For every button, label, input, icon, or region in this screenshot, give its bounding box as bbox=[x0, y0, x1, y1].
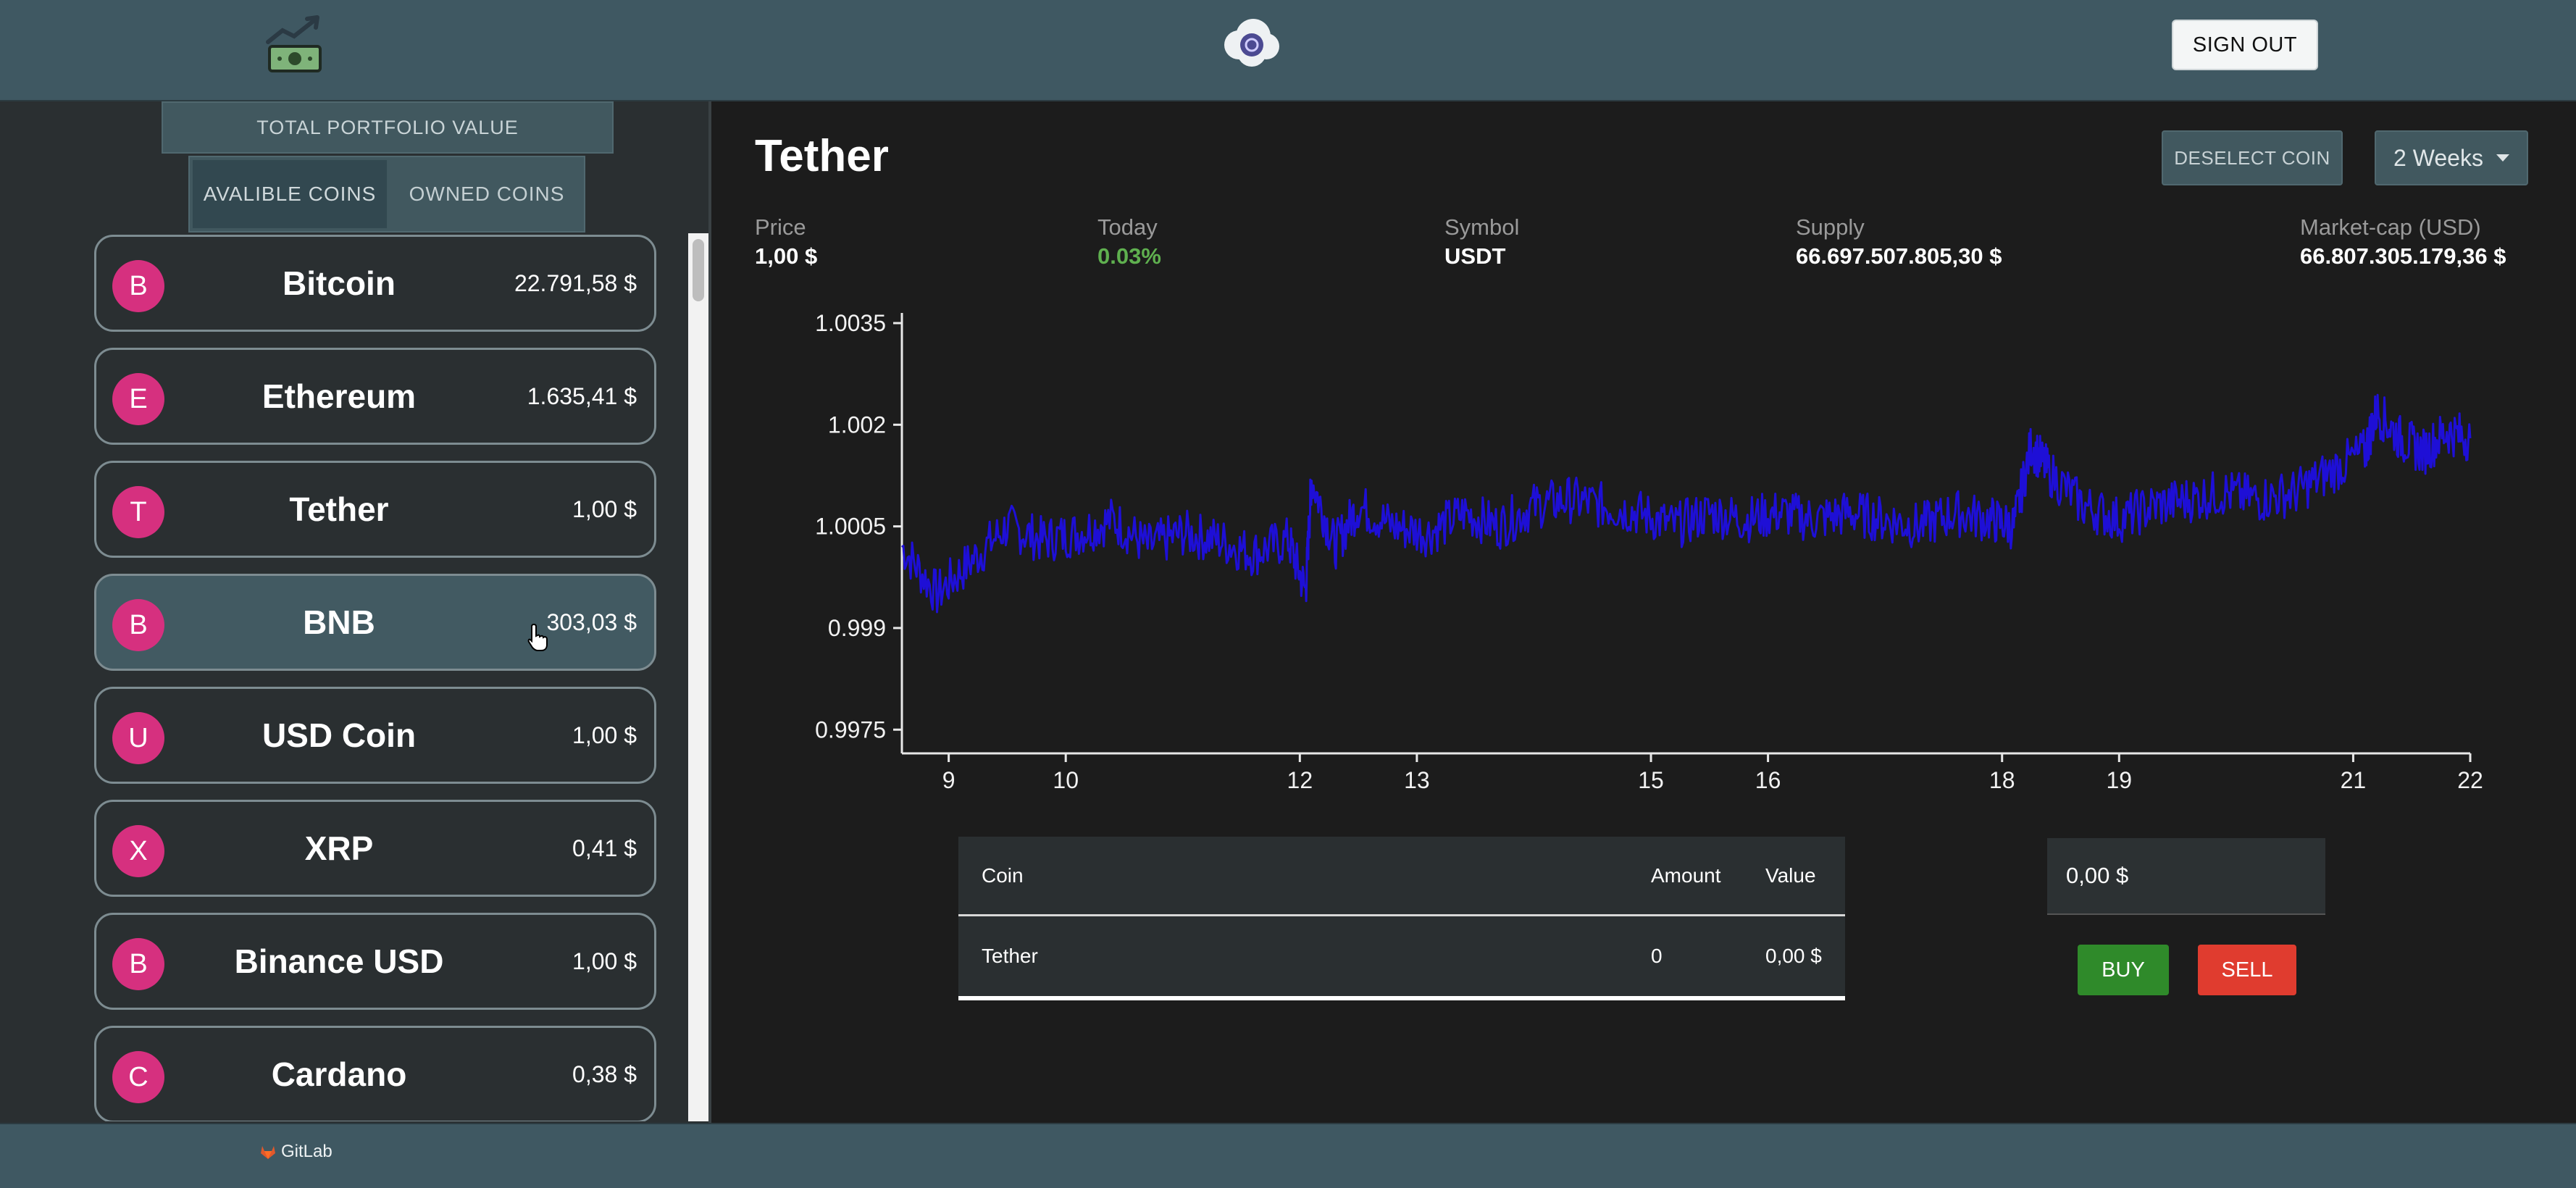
y-tick-label: 1.0035 bbox=[815, 310, 886, 336]
stat-market-cap: Market-cap (USD) 66.807.305.179,36 $ bbox=[2300, 214, 2506, 269]
coin-list-scrollbar-thumb[interactable] bbox=[693, 239, 704, 301]
coin-item-binance-usd[interactable]: B Binance USD 1,00 $ bbox=[94, 913, 656, 1010]
total-portfolio-value-button[interactable]: TOTAL PORTFOLIO VALUE bbox=[162, 101, 614, 154]
coin-name: XRP bbox=[304, 829, 374, 867]
x-tick-label: 9 bbox=[942, 767, 955, 793]
holdings-table: Coin Amount Value Tether 0 0,00 $ bbox=[958, 837, 1845, 1000]
deselect-coin-button[interactable]: DESELECT COIN bbox=[2162, 130, 2343, 185]
price-line-chart: 0.9975 0.999 1.0005 1.002 1.0035 9 10 12 13 15 16 1… bbox=[815, 310, 2483, 793]
stat-price: Price 1,00 $ bbox=[755, 214, 817, 269]
coin-avatar: C bbox=[112, 1051, 164, 1103]
gitlab-link[interactable]: GitLab bbox=[259, 1142, 333, 1162]
stat-label: Today bbox=[1097, 214, 1158, 240]
stat-label: Market-cap (USD) bbox=[2300, 214, 2481, 240]
coin-avatar: T bbox=[112, 486, 164, 538]
coin-avatar: E bbox=[112, 373, 164, 425]
gitlab-label: GitLab bbox=[281, 1142, 333, 1161]
x-tick-label: 19 bbox=[2107, 767, 2133, 793]
coin-item-ethereum[interactable]: E Ethereum 1.635,41 $ bbox=[94, 348, 656, 445]
footer bbox=[0, 1123, 2576, 1188]
stat-today: Today 0.03% bbox=[1097, 214, 1161, 269]
x-tick-label: 15 bbox=[1638, 767, 1664, 793]
coin-price: 1,00 $ bbox=[572, 495, 637, 522]
y-tick-label: 1.0005 bbox=[815, 514, 886, 540]
time-range-value: 2 Weeks bbox=[2393, 144, 2483, 171]
column-header-value: Value bbox=[1765, 863, 1816, 887]
coin-name: Tether bbox=[289, 490, 389, 528]
coin-price: 0,38 $ bbox=[572, 1061, 637, 1087]
price-series-line bbox=[900, 393, 2472, 614]
stat-value: USDT bbox=[1444, 243, 1506, 269]
coin-name: Binance USD bbox=[234, 942, 444, 980]
table-header: Coin Amount Value bbox=[958, 837, 1845, 916]
coin-item-tether[interactable]: T Tether 1,00 $ bbox=[94, 461, 656, 558]
table-cell-value: 0,00 $ bbox=[1765, 945, 1822, 967]
coin-price: 1,00 $ bbox=[572, 721, 637, 748]
trade-amount-input[interactable]: 0,00 $ bbox=[2047, 838, 2325, 915]
tab-owned-coins[interactable]: OWNED COINS bbox=[390, 157, 584, 231]
sign-out-button[interactable]: SIGN OUT bbox=[2172, 20, 2318, 70]
sidebar-divider bbox=[708, 101, 711, 1123]
coin-price: 1.635,41 $ bbox=[527, 382, 637, 409]
coin-item-usd-coin[interactable]: U USD Coin 1,00 $ bbox=[94, 687, 656, 784]
coin-list: B Bitcoin 22.791,58 $ E Ethereum 1.635,4… bbox=[94, 233, 659, 1121]
stat-value: 1,00 $ bbox=[755, 243, 818, 269]
table-row: Tether 0 0,00 $ bbox=[958, 916, 1845, 996]
coin-item-bitcoin[interactable]: B Bitcoin 22.791,58 $ bbox=[94, 235, 656, 332]
sell-button[interactable]: SELL bbox=[2198, 945, 2296, 995]
tab-available-coins[interactable]: AVALIBLE COINS bbox=[193, 160, 387, 228]
column-header-coin: Coin bbox=[982, 863, 1024, 887]
x-tick-label: 18 bbox=[1989, 767, 2015, 793]
coin-name: Ethereum bbox=[262, 377, 417, 415]
money-chart-logo-icon[interactable] bbox=[262, 13, 327, 75]
selected-coin-title: Tether bbox=[755, 131, 889, 181]
y-tick-label: 0.9975 bbox=[815, 716, 886, 742]
coin-avatar: B bbox=[112, 260, 164, 312]
y-tick-label: 0.999 bbox=[828, 615, 886, 641]
stat-supply: Supply 66.697.507.805,30 $ bbox=[1796, 214, 2002, 269]
coin-name: USD Coin bbox=[262, 716, 417, 754]
coin-list-scrollbar[interactable] bbox=[688, 233, 708, 1121]
coin-name: Cardano bbox=[271, 1055, 407, 1093]
stat-value: 0.03% bbox=[1097, 243, 1161, 269]
y-tick-label: 1.002 bbox=[828, 411, 886, 438]
table-cell-amount: 0 bbox=[1651, 945, 1663, 967]
coin-avatar: U bbox=[112, 712, 164, 764]
time-range-select[interactable]: 2 Weeks bbox=[2375, 130, 2528, 185]
coin-name: BNB bbox=[303, 603, 375, 641]
gitlab-icon bbox=[261, 1146, 275, 1159]
coin-item-cardano[interactable]: C Cardano 0,38 $ bbox=[94, 1026, 656, 1121]
stat-value: 66.697.507.805,30 $ bbox=[1796, 243, 2002, 269]
stat-value: 66.807.305.179,36 $ bbox=[2300, 243, 2506, 269]
x-tick-label: 21 bbox=[2341, 767, 2367, 793]
x-tick-label: 22 bbox=[2457, 767, 2483, 793]
coin-price: 1,00 $ bbox=[572, 948, 637, 974]
stat-label: Symbol bbox=[1444, 214, 1520, 240]
coin-avatar: B bbox=[112, 599, 164, 651]
x-tick-label: 16 bbox=[1755, 767, 1781, 793]
coin-price: 22.791,58 $ bbox=[514, 269, 637, 296]
x-tick-label: 12 bbox=[1287, 767, 1313, 793]
coin-price: 303,03 $ bbox=[546, 608, 637, 635]
buy-button[interactable]: BUY bbox=[2078, 945, 2169, 995]
x-tick-label: 10 bbox=[1053, 767, 1079, 793]
cloud-coin-logo-icon[interactable] bbox=[1218, 13, 1285, 72]
coin-tabs: AVALIBLE COINS OWNED COINS bbox=[188, 156, 585, 233]
stat-label: Supply bbox=[1796, 214, 1865, 240]
column-header-amount: Amount bbox=[1651, 863, 1721, 887]
coin-price: 0,41 $ bbox=[572, 834, 637, 861]
chevron-down-icon bbox=[2496, 154, 2509, 162]
coin-name: Bitcoin bbox=[283, 264, 396, 302]
hand-pointer-icon bbox=[527, 623, 549, 652]
coin-avatar: X bbox=[112, 825, 164, 877]
coin-item-xrp[interactable]: X XRP 0,41 $ bbox=[94, 800, 656, 897]
x-tick-label: 13 bbox=[1404, 767, 1430, 793]
table-cell-coin: Tether bbox=[982, 945, 1038, 967]
stat-label: Price bbox=[755, 214, 806, 240]
coin-item-bnb[interactable]: B BNB 303,03 $ bbox=[94, 574, 656, 671]
stat-symbol: Symbol USDT bbox=[1444, 214, 1519, 269]
coin-avatar: B bbox=[112, 938, 164, 990]
